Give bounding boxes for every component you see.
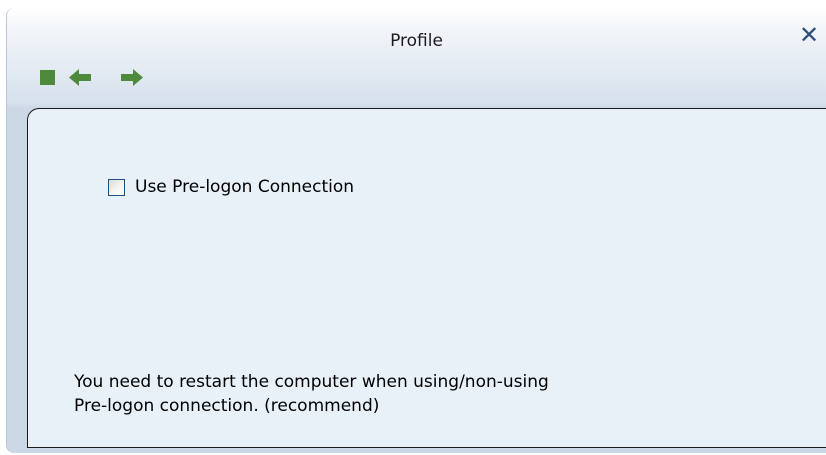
stop-square-icon <box>40 70 55 85</box>
window-title: Profile <box>390 31 443 51</box>
profile-window: Profile ✕ Use Pre-logon Connection You n… <box>6 8 826 453</box>
forward-arrow-icon <box>121 69 143 86</box>
back-button[interactable] <box>65 64 95 92</box>
stop-button[interactable] <box>35 64 65 92</box>
restart-note: You need to restart the computer when us… <box>74 370 549 418</box>
close-button[interactable]: ✕ <box>796 22 822 48</box>
restart-note-line-2: Pre-logon connection. (recommend) <box>74 396 380 416</box>
prelogon-checkbox-label: Use Pre-logon Connection <box>135 177 355 197</box>
restart-note-line-1: You need to restart the computer when us… <box>74 372 549 392</box>
content-panel: Use Pre-logon Connection You need to res… <box>27 108 826 448</box>
prelogon-option[interactable]: Use Pre-logon Connection <box>108 176 354 198</box>
forward-button[interactable] <box>117 64 147 92</box>
prelogon-checkbox[interactable] <box>108 178 125 196</box>
close-icon: ✕ <box>798 21 820 49</box>
back-arrow-icon <box>69 69 91 86</box>
